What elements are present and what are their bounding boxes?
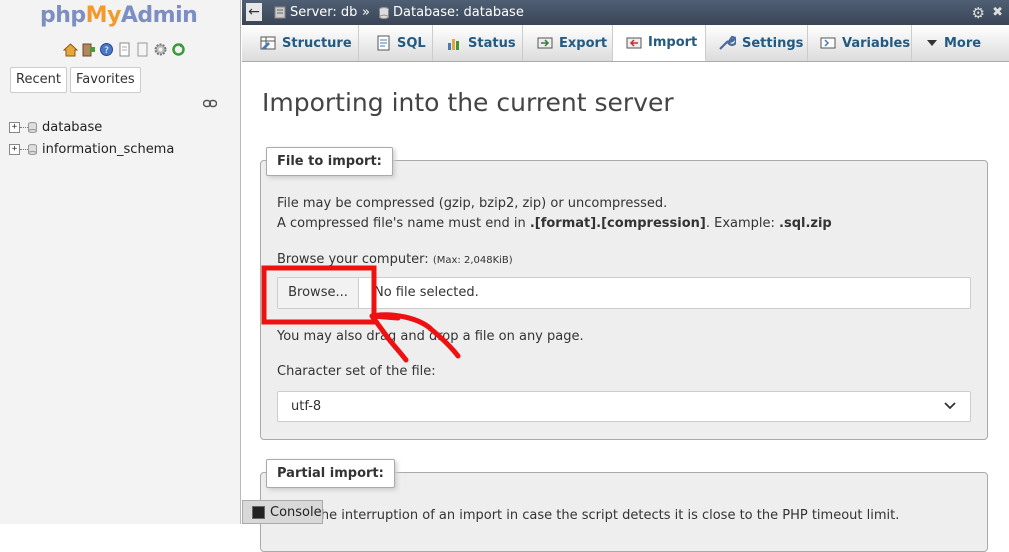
db-tree-item-information-schema[interactable]: + information_schema [9, 140, 174, 158]
tab-label: Export [559, 35, 608, 51]
link-icon[interactable] [203, 99, 217, 108]
text-span: A compressed file's name must end in [277, 216, 530, 231]
breadcrumb-database[interactable]: Database: database [379, 5, 524, 20]
collapse-nav-arrow-icon[interactable]: ← [246, 3, 262, 21]
navigation-panel: phpMyAdmin ? Recent Favorites + database… [0, 0, 241, 524]
charset-select[interactable]: utf-8 [277, 391, 971, 422]
settings-gear-icon[interactable] [153, 42, 168, 57]
tree-connector [20, 126, 28, 128]
database-icon [28, 143, 37, 155]
tab-status[interactable]: Status [433, 25, 523, 61]
recent-button[interactable]: Recent [10, 67, 67, 93]
section-legend: File to import: [266, 147, 393, 176]
breadcrumb-database-label: Database: database [393, 5, 524, 20]
svg-text:?: ? [104, 46, 109, 56]
phpmyadmin-logo[interactable]: phpMyAdmin [40, 3, 198, 28]
logo-part-php: php [40, 3, 86, 28]
expand-icon[interactable]: + [9, 143, 20, 155]
export-icon [537, 37, 553, 49]
tab-label: Variables [842, 35, 911, 51]
logout-icon[interactable] [81, 42, 96, 57]
favorites-button[interactable]: Favorites [69, 67, 141, 93]
expand-icon[interactable]: + [9, 121, 20, 133]
console-label: Console [270, 504, 322, 520]
console-icon [252, 505, 265, 519]
breadcrumb-server[interactable]: Server: db [274, 5, 357, 20]
database-icon [379, 6, 389, 19]
example-filename: .sql.zip [779, 216, 832, 231]
compression-info: File may be compressed (gzip, bzip2, zip… [277, 196, 668, 211]
tab-structure[interactable]: Structure [242, 25, 359, 61]
compression-example: A compressed file's name must end in .[f… [277, 216, 832, 231]
reload-icon[interactable] [171, 42, 186, 57]
text-span: . Example: [705, 216, 780, 231]
sql-icon [377, 35, 390, 51]
page-title: Importing into the current server [262, 88, 674, 117]
db-name[interactable]: information_schema [42, 142, 174, 157]
logo-part-admin: Admin [120, 3, 198, 28]
db-name[interactable]: database [42, 120, 102, 135]
partial-import-section: Partial import: Allow the interruption o… [260, 459, 988, 552]
tab-import[interactable]: Import [613, 25, 706, 61]
browse-label-text: Browse your computer: [277, 252, 429, 267]
collapse-top-menu-icon[interactable]: ✖ [992, 5, 1003, 20]
structure-icon [260, 36, 276, 50]
console-toggle[interactable]: Console [242, 500, 323, 524]
home-icon[interactable] [62, 42, 79, 57]
tab-settings[interactable]: Settings [706, 25, 808, 61]
status-icon [448, 39, 459, 50]
tab-more[interactable]: More [912, 25, 1009, 61]
main-menu-tabs: Structure SQL Status Export Import Setti… [242, 25, 1009, 62]
tab-label: Status [468, 35, 516, 51]
sql-docs-icon[interactable] [135, 42, 150, 57]
browse-button[interactable]: Browse... [278, 278, 359, 308]
breadcrumb-server-label: Server: db [290, 5, 358, 20]
variables-icon [820, 37, 836, 49]
browse-label: Browse your computer: (Max: 2,048KiB) [277, 252, 513, 267]
file-upload-input[interactable]: Browse... No file selected. [277, 277, 971, 309]
caret-down-icon [927, 40, 937, 46]
main-content: Importing into the current server File t… [242, 62, 1009, 552]
tab-label: SQL [397, 35, 426, 51]
breadcrumb-separator: » [362, 5, 370, 20]
breadcrumb-bar: ← Server: db » Database: database ⚙ ✖ [242, 0, 1009, 25]
nav-icon-bar: ? [62, 42, 186, 57]
page-settings-gear-icon[interactable]: ⚙ [972, 4, 985, 22]
tab-sql[interactable]: SQL [359, 25, 433, 61]
file-to-import-section: File to import: File may be compressed (… [260, 147, 988, 440]
tab-export[interactable]: Export [523, 25, 613, 61]
docs-icon[interactable] [117, 42, 132, 57]
tab-label: Structure [282, 35, 352, 51]
tree-connector [20, 148, 28, 150]
tab-label: Import [648, 35, 698, 50]
charset-value: utf-8 [291, 399, 322, 414]
tab-label: More [944, 35, 982, 51]
server-icon [274, 6, 286, 19]
chevron-down-icon [944, 402, 956, 410]
db-tree-item-database[interactable]: + database [9, 118, 102, 136]
charset-label: Character set of the file: [277, 364, 436, 379]
format-pattern: .[format].[compression] [529, 216, 706, 231]
section-legend: Partial import: [266, 459, 395, 488]
logo-part-my: My [85, 3, 122, 28]
partial-import-option[interactable]: Allow the interruption of an import in c… [277, 508, 899, 523]
file-status-text: No file selected. [374, 285, 479, 300]
wrench-icon [719, 35, 736, 50]
tab-variables[interactable]: Variables [808, 25, 912, 61]
max-size-note: (Max: 2,048KiB) [432, 255, 513, 266]
database-icon [28, 121, 37, 133]
tab-label: Settings [742, 35, 804, 51]
import-icon [626, 37, 642, 48]
help-icon[interactable]: ? [99, 42, 114, 57]
drag-drop-hint: You may also drag and drop a file on any… [277, 329, 584, 344]
